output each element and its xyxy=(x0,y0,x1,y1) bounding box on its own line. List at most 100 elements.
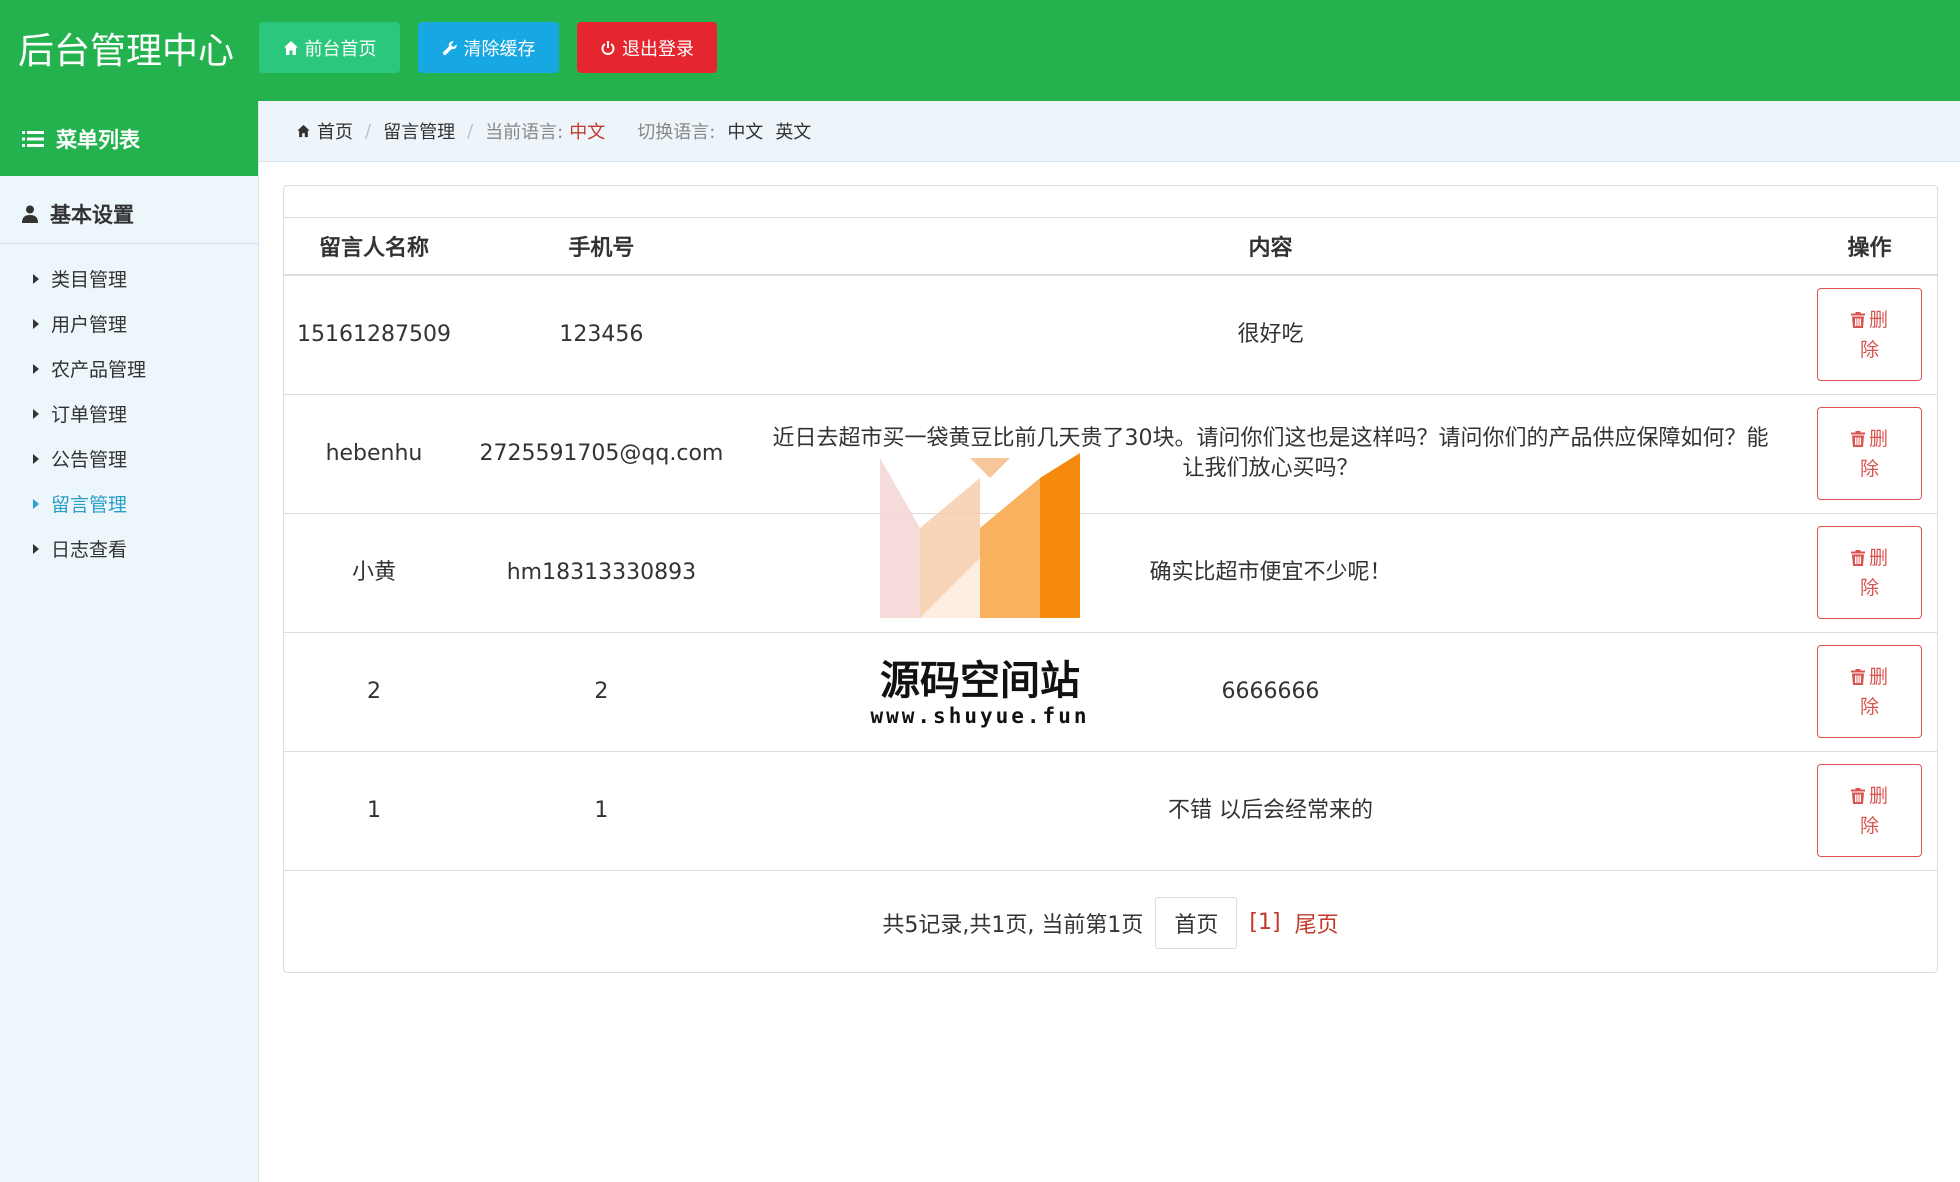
delete-button[interactable]: 删 除 xyxy=(1817,526,1923,619)
menu-list-header: 菜单列表 xyxy=(0,101,258,176)
cell-action: 删 除 xyxy=(1802,394,1937,514)
home-icon xyxy=(283,40,298,55)
column-header-name: 留言人名称 xyxy=(284,218,464,276)
cell-action: 删 除 xyxy=(1802,751,1937,871)
cell-name: 1 xyxy=(284,751,464,871)
wrench-icon xyxy=(442,40,457,55)
breadcrumb-section: 留言管理 xyxy=(383,122,456,143)
basic-settings-label: 基本设置 xyxy=(50,202,134,227)
delete-button[interactable]: 删 除 xyxy=(1817,645,1923,738)
caret-right-icon xyxy=(33,453,39,464)
pagination: 共5记录,共1页, 当前第1页 首页 [1] 尾页 xyxy=(284,871,1937,975)
sidebar-item-logs[interactable]: 日志查看 xyxy=(0,526,258,571)
clear-cache-button[interactable]: 清除缓存 xyxy=(418,22,559,73)
logout-button-label: 退出登录 xyxy=(622,38,694,60)
trash-icon xyxy=(1851,549,1865,566)
sidebar-item-products[interactable]: 农产品管理 xyxy=(0,346,258,391)
sidebar-item-category[interactable]: 类目管理 xyxy=(0,256,258,301)
column-header-content: 内容 xyxy=(738,218,1803,276)
trash-icon xyxy=(1851,311,1865,328)
menu-list-title: 菜单列表 xyxy=(56,127,140,152)
cell-name: 2 xyxy=(284,632,464,752)
language-en-link[interactable]: 英文 xyxy=(775,118,811,144)
cell-action: 删 除 xyxy=(1802,513,1937,633)
sidebar-item-label: 留言管理 xyxy=(51,494,128,516)
sidebar-item-announcements[interactable]: 公告管理 xyxy=(0,436,258,481)
sidebar-menu: 类目管理 用户管理 农产品管理 订单管理 公告管理 留言管理 日志查看 xyxy=(0,244,258,571)
sidebar-item-users[interactable]: 用户管理 xyxy=(0,301,258,346)
cell-name: hebenhu xyxy=(284,394,464,514)
delete-label: 除 xyxy=(1860,457,1880,480)
clear-cache-button-label: 清除缓存 xyxy=(463,38,536,60)
breadcrumb-home-label: 首页 xyxy=(317,122,353,143)
table-row: 2 2 6666666 删 除 xyxy=(284,632,1937,752)
caret-right-icon xyxy=(33,318,39,329)
breadcrumb-separator: / xyxy=(365,120,372,142)
cell-action: 删 除 xyxy=(1802,275,1937,395)
breadcrumb-home[interactable]: 首页 xyxy=(296,118,353,144)
cell-name: 15161287509 xyxy=(284,275,464,395)
trash-icon xyxy=(1851,430,1865,447)
trash-icon xyxy=(1851,668,1865,685)
delete-label: 删 xyxy=(1869,546,1889,569)
current-page-link[interactable]: [1] xyxy=(1249,910,1280,935)
language-zh-link[interactable]: 中文 xyxy=(727,118,763,144)
first-page-button[interactable]: 首页 xyxy=(1155,896,1238,949)
table-row: 15161287509 123456 很好吃 删 除 xyxy=(284,275,1937,395)
delete-button[interactable]: 删 除 xyxy=(1817,288,1923,382)
delete-label: 除 xyxy=(1860,576,1880,599)
delete-label: 删 xyxy=(1869,784,1889,807)
app-title: 后台管理中心 xyxy=(18,31,235,72)
power-icon xyxy=(601,40,615,55)
home-icon xyxy=(297,124,310,138)
delete-label: 除 xyxy=(1860,695,1880,718)
cell-phone: 2725591705@qq.com xyxy=(463,394,739,514)
sidebar-item-label: 用户管理 xyxy=(51,314,128,336)
table-row: 1 1 不错 以后会经常来的 删 除 xyxy=(284,751,1937,871)
cell-content: 很好吃 xyxy=(738,275,1803,395)
cell-phone: 123456 xyxy=(463,275,739,395)
column-header-phone: 手机号 xyxy=(463,218,739,276)
breadcrumb-separator: / xyxy=(467,120,474,142)
delete-button[interactable]: 删 除 xyxy=(1817,407,1923,500)
delete-button[interactable]: 删 除 xyxy=(1817,764,1923,857)
caret-right-icon xyxy=(33,498,39,509)
table-header-row: 留言人名称 手机号 内容 操作 xyxy=(284,218,1937,276)
logout-button[interactable]: 退出登录 xyxy=(577,22,717,73)
watermark-title: 源码空间站 xyxy=(880,658,1080,704)
table-row: 小黄 hm18313330893 确实比超市便宜不少呢！ 删 除 xyxy=(284,513,1937,633)
table-row: hebenhu 2725591705@qq.com 近日去超市买一袋黄豆比前几天… xyxy=(284,394,1937,514)
last-page-link[interactable]: 尾页 xyxy=(1295,907,1339,939)
cell-action: 删 除 xyxy=(1802,632,1937,752)
panel-heading xyxy=(284,186,1937,218)
cell-phone: 2 xyxy=(463,632,739,752)
home-page-button-label: 前台首页 xyxy=(304,38,377,60)
watermark-logo xyxy=(880,453,1080,618)
sidebar-item-messages[interactable]: 留言管理 xyxy=(0,481,258,526)
caret-right-icon xyxy=(33,363,39,374)
watermark-url: www.shuyue.fun xyxy=(870,704,1090,728)
delete-label: 删 xyxy=(1869,308,1889,331)
user-icon xyxy=(22,205,38,223)
switch-language-label: 切换语言: xyxy=(637,122,716,143)
sidebar-item-label: 公告管理 xyxy=(51,449,128,471)
basic-settings-group[interactable]: 基本设置 xyxy=(0,184,258,244)
sidebar-item-label: 农产品管理 xyxy=(51,359,147,381)
trash-icon xyxy=(1851,787,1865,804)
pagination-info: 共5记录,共1页, 当前第1页 xyxy=(882,912,1144,938)
delete-label: 删 xyxy=(1869,665,1889,688)
messages-panel: 留言人名称 手机号 内容 操作 15161287509 123456 很好吃 删… xyxy=(283,185,1938,973)
cell-content: 不错 以后会经常来的 xyxy=(738,751,1803,871)
current-language-value: 中文 xyxy=(569,122,606,143)
current-language-label: 当前语言: xyxy=(485,122,564,143)
list-icon xyxy=(22,130,44,147)
sidebar-item-orders[interactable]: 订单管理 xyxy=(0,391,258,436)
cell-name: 小黄 xyxy=(284,513,464,633)
column-header-action: 操作 xyxy=(1802,218,1937,276)
cell-phone: hm18313330893 xyxy=(463,513,739,633)
sidebar-item-label: 日志查看 xyxy=(51,539,128,561)
top-header: 后台管理中心 前台首页 清除缓存 退出登录 xyxy=(0,0,1960,101)
home-page-button[interactable]: 前台首页 xyxy=(259,22,400,73)
sidebar-item-label: 订单管理 xyxy=(51,404,128,426)
delete-label: 除 xyxy=(1860,338,1880,361)
